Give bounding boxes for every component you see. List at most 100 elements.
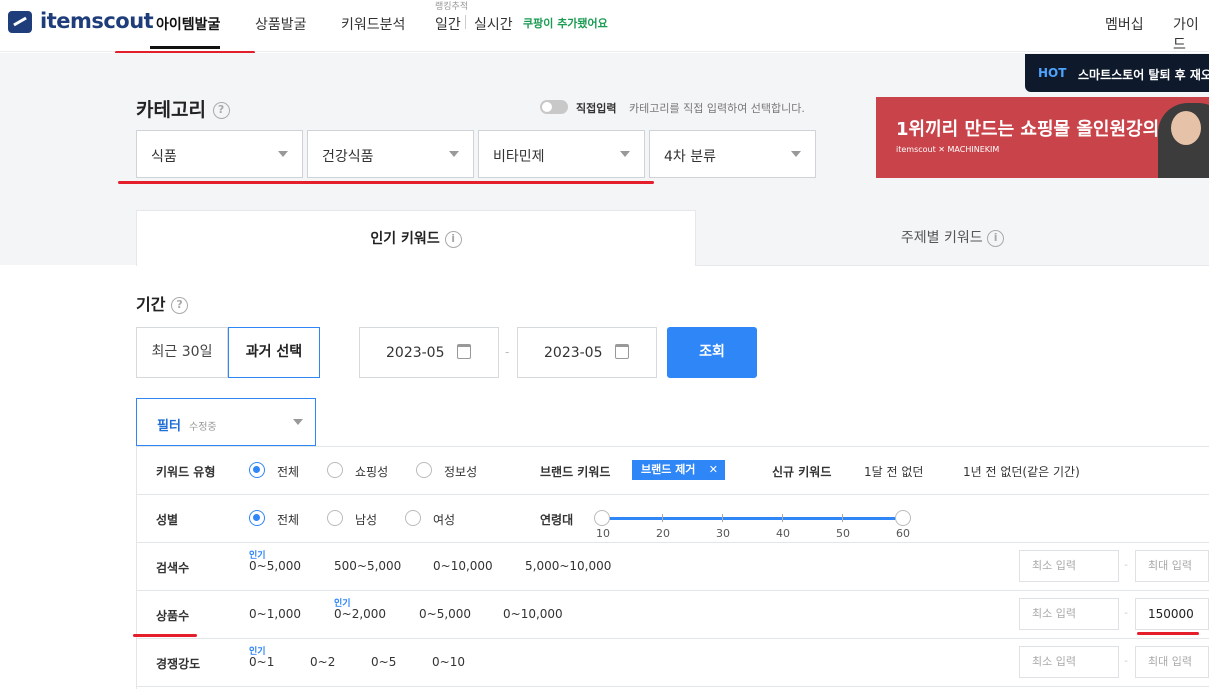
age-tick-label: 50 bbox=[836, 527, 850, 540]
age-slider-track[interactable] bbox=[602, 517, 903, 520]
category-select-4[interactable]: 4차 분류 bbox=[649, 130, 816, 178]
age-tick-label: 10 bbox=[596, 527, 610, 540]
chevron-down-icon bbox=[791, 151, 801, 157]
help-icon[interactable]: ? bbox=[171, 297, 189, 314]
nav-item-keyword-analysis[interactable]: 키워드분석 bbox=[341, 14, 405, 34]
competition-option[interactable]: 0~2 bbox=[310, 655, 335, 669]
gender-male-radio[interactable] bbox=[327, 510, 343, 526]
coupang-notice[interactable]: 쿠팡이 추가됐어요 bbox=[523, 15, 608, 31]
direct-input-label: 직접입력 bbox=[576, 102, 617, 115]
category-select-2[interactable]: 건강식품 bbox=[307, 130, 474, 178]
nav-item-daily[interactable]: 일간 bbox=[435, 14, 461, 34]
chevron-down-icon bbox=[620, 151, 630, 157]
search-button[interactable]: 조회 bbox=[667, 327, 757, 378]
annotation-underline bbox=[133, 634, 197, 637]
range-separator: - bbox=[1124, 606, 1128, 619]
keyword-type-info-radio[interactable] bbox=[416, 462, 432, 478]
product-count-option[interactable]: 0~1,000 bbox=[249, 607, 301, 621]
tab-popular-keywords[interactable]: 인기 키워드 i bbox=[136, 210, 696, 266]
nav-active-underline bbox=[150, 46, 220, 49]
search-count-option[interactable]: 0~5,000 bbox=[249, 559, 301, 573]
competition-option[interactable]: 0~1 bbox=[249, 655, 274, 669]
gender-all-radio[interactable] bbox=[249, 510, 265, 526]
filter-button[interactable]: 필터 수정중 bbox=[136, 398, 316, 446]
start-date-field[interactable]: 2023-05 bbox=[359, 327, 499, 378]
chevron-down-icon bbox=[278, 151, 288, 157]
age-slider-min-handle[interactable] bbox=[594, 510, 610, 526]
product-count-max-input[interactable]: 150000 bbox=[1135, 598, 1209, 630]
new-keyword-1month[interactable]: 1달 전 없던 bbox=[864, 463, 923, 480]
gender-female-radio[interactable] bbox=[405, 510, 421, 526]
past-select-button[interactable]: 과거 선택 bbox=[228, 327, 320, 378]
direct-input-description: 카테고리를 직접 입력하여 선택합니다. bbox=[629, 102, 805, 115]
start-date-value: 2023-05 bbox=[386, 345, 445, 361]
period-title-text: 기간 bbox=[136, 295, 166, 314]
brand-remove-chip[interactable]: 브랜드 제거 ✕ bbox=[632, 460, 725, 480]
banner-face bbox=[1171, 111, 1201, 145]
competition-min-input[interactable]: 최소 입력 bbox=[1019, 646, 1119, 678]
keyword-type-shopping-radio[interactable] bbox=[327, 462, 343, 478]
ranking-label: 랭킹추적 bbox=[435, 2, 469, 12]
slider-tick bbox=[842, 514, 843, 522]
row-divider bbox=[136, 542, 1209, 543]
chip-label: 브랜드 제거 bbox=[641, 463, 696, 476]
end-date-field[interactable]: 2023-05 bbox=[517, 327, 657, 378]
search-count-option[interactable]: 0~10,000 bbox=[433, 559, 493, 573]
logo-text[interactable]: itemscout bbox=[40, 9, 154, 33]
age-slider-max-handle[interactable] bbox=[895, 510, 911, 526]
tab-topic-keywords[interactable]: 주제별 키워드 i bbox=[696, 210, 1209, 266]
brand-keyword-label: 브랜드 키워드 bbox=[540, 465, 611, 479]
competition-option[interactable]: 0~10 bbox=[432, 655, 465, 669]
hot-notice-bar[interactable]: HOT 스마트스토어 탈퇴 후 재오 bbox=[1025, 54, 1209, 92]
radio-label: 쇼핑성 bbox=[355, 465, 389, 479]
nav-item-guide[interactable]: 가이드 bbox=[1173, 14, 1209, 54]
row-divider bbox=[136, 686, 1209, 687]
competition-option[interactable]: 0~5 bbox=[371, 655, 396, 669]
category-select-3[interactable]: 비타민제 bbox=[478, 130, 645, 178]
age-tick-label: 40 bbox=[776, 527, 790, 540]
range-separator: - bbox=[1124, 654, 1128, 667]
calendar-icon bbox=[457, 344, 471, 359]
search-count-option[interactable]: 500~5,000 bbox=[334, 559, 401, 573]
row-divider bbox=[136, 590, 1209, 591]
info-icon[interactable]: i bbox=[987, 229, 1005, 247]
slider-tick bbox=[782, 514, 783, 522]
category-title: 카테고리 ? bbox=[136, 95, 230, 122]
category-select-value: 4차 분류 bbox=[664, 149, 716, 165]
recent-30days-button[interactable]: 최근 30일 bbox=[136, 327, 228, 378]
gender-label: 성별 bbox=[156, 513, 179, 527]
nav-item-realtime[interactable]: 실시간 bbox=[474, 14, 513, 34]
direct-input-toggle[interactable] bbox=[540, 100, 568, 114]
info-icon[interactable]: i bbox=[444, 230, 462, 248]
nav-item-products[interactable]: 상품발굴 bbox=[255, 14, 307, 34]
category-select-value: 건강식품 bbox=[322, 149, 374, 165]
product-count-option[interactable]: 0~10,000 bbox=[503, 607, 563, 621]
close-icon[interactable]: ✕ bbox=[709, 460, 718, 480]
new-keyword-1year[interactable]: 1년 전 없던(같은 기간) bbox=[963, 463, 1080, 480]
search-count-min-input[interactable]: 최소 입력 bbox=[1019, 550, 1119, 582]
product-count-label: 상품수 bbox=[156, 609, 190, 623]
nav-item-discovery[interactable]: 아이템발굴 bbox=[156, 14, 220, 34]
product-count-min-input[interactable]: 최소 입력 bbox=[1019, 598, 1119, 630]
product-count-option[interactable]: 0~2,000 bbox=[334, 607, 386, 621]
category-select-1[interactable]: 식품 bbox=[136, 130, 303, 178]
chevron-down-icon bbox=[293, 419, 303, 425]
keyword-type-all-radio[interactable] bbox=[249, 462, 265, 478]
nav-item-membership[interactable]: 멤버십 bbox=[1105, 14, 1144, 34]
logo-icon[interactable] bbox=[8, 11, 32, 33]
product-count-option[interactable]: 0~5,000 bbox=[419, 607, 471, 621]
age-label: 연령대 bbox=[540, 513, 574, 527]
slider-tick bbox=[722, 514, 723, 522]
hot-text: 스마트스토어 탈퇴 후 재오 bbox=[1078, 68, 1209, 82]
promo-banner[interactable]: 1위끼리 만드는 쇼핑몰 올인원강의 itemscout ✕ MACHINEKI… bbox=[876, 97, 1209, 178]
annotation-underline bbox=[118, 181, 654, 184]
annotation-underline bbox=[1137, 632, 1199, 635]
competition-max-input[interactable]: 최대 입력 bbox=[1135, 646, 1209, 678]
radio-label: 여성 bbox=[433, 513, 456, 527]
search-count-option[interactable]: 5,000~10,000 bbox=[525, 559, 611, 573]
calendar-icon bbox=[615, 344, 629, 359]
help-icon[interactable]: ? bbox=[212, 102, 230, 119]
age-tick-label: 30 bbox=[716, 527, 730, 540]
chevron-down-icon bbox=[449, 151, 459, 157]
search-count-max-input[interactable]: 최대 입력 bbox=[1135, 550, 1209, 582]
